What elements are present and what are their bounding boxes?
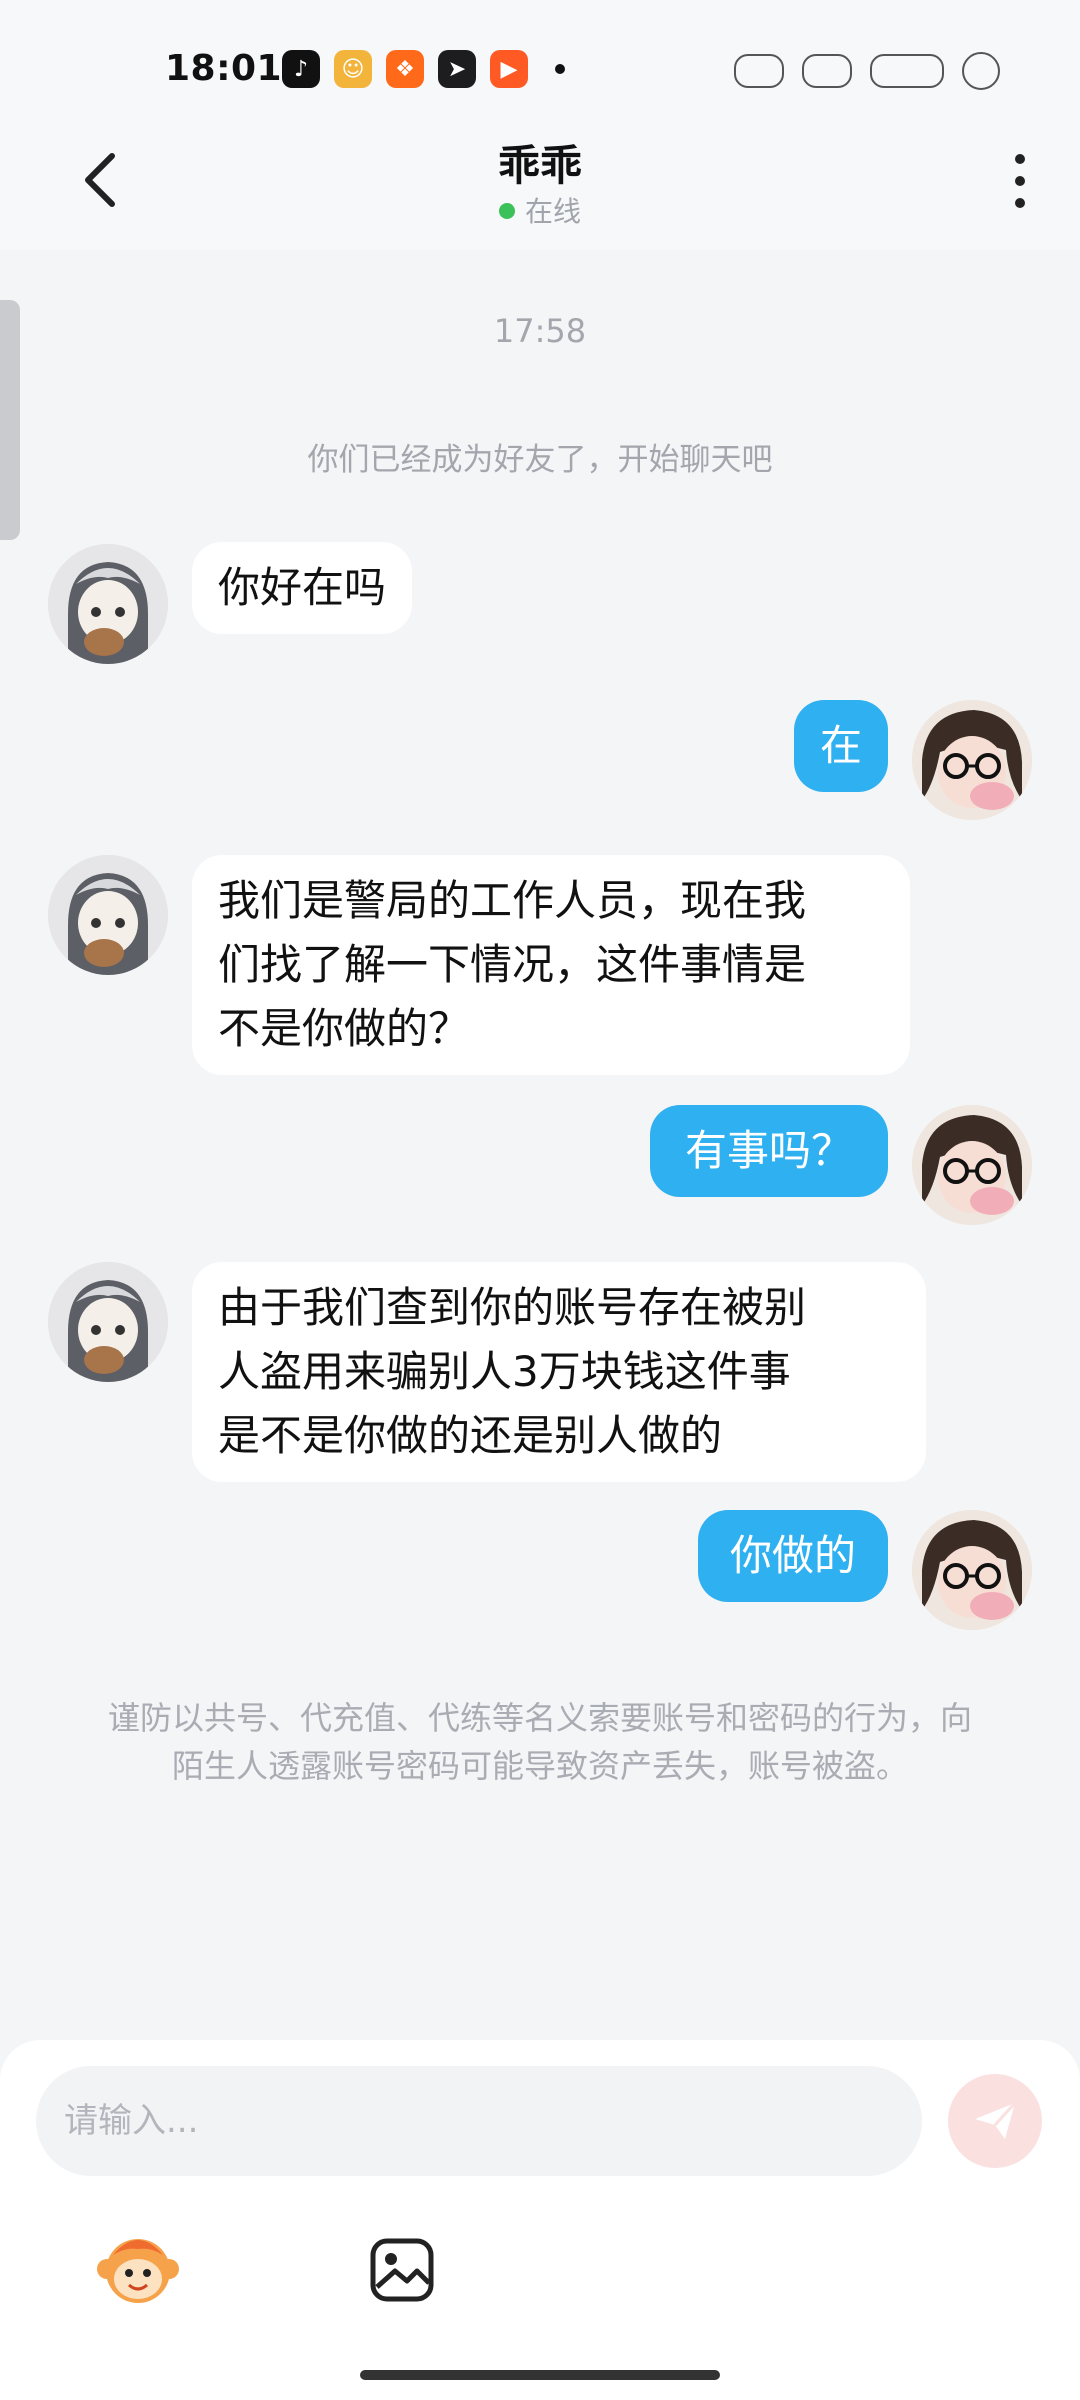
my-avatar[interactable] [912,1105,1032,1225]
face-doodle-icon [962,52,1000,90]
battery-doodle-icon [870,54,944,88]
send-button[interactable] [948,2074,1042,2168]
contact-name: 乖乖 [497,141,582,190]
contact-avatar[interactable] [48,1262,168,1382]
game-icon: ☺ [334,50,372,88]
more-dot-icon [1015,198,1025,208]
message-bubble-outgoing[interactable]: 有事吗？ [650,1105,888,1197]
contact-avatar[interactable] [48,544,168,664]
arrow-app-icon: ➤ [438,50,476,88]
sticker-button[interactable] [88,2220,188,2320]
paper-plane-icon [975,2101,1017,2139]
message-bubble-outgoing[interactable]: 你做的 [698,1510,888,1602]
contact-avatar[interactable] [48,855,168,975]
system-notice: 你们已经成为好友了，开始聊天吧 [307,442,773,478]
signal-doodle-icon [802,54,852,88]
more-dot-icon [1015,154,1025,164]
more-dot-icon [1015,176,1025,186]
chat-timestamp: 17:58 [493,312,587,350]
more-options-button[interactable] [1000,146,1040,216]
image-icon [370,2238,434,2302]
monkey-sticker-icon [97,2239,179,2303]
kuaishou-icon: ❖ [386,50,424,88]
image-button[interactable] [352,2220,452,2320]
message-composer [0,2040,1080,2400]
anime-avatar-icon [48,544,168,664]
status-indicators [734,52,1000,90]
girl-avatar-icon [912,1510,1032,1630]
online-dot-icon [498,203,515,219]
security-warning: 谨防以共号、代充值、代练等名义索要账号和密码的行为，向陌生人透露账号密码可能导致… [107,1699,972,1785]
anime-avatar-icon [48,1262,168,1382]
message-bubble-incoming[interactable]: 你好在吗 [192,542,413,634]
notification-app-icons: ♪ ☺ ❖ ➤ ▶ [282,50,528,88]
wifi-doodle-icon [734,54,784,88]
message-input[interactable] [36,2066,922,2176]
girl-avatar-icon [912,1105,1032,1225]
my-avatar[interactable] [912,700,1032,820]
message-bubble-outgoing[interactable]: 在 [794,700,888,792]
message-input-wrapper [36,2066,922,2176]
message-bubble-incoming[interactable]: 我们是警局的工作人员，现在我 们找了解一下情况，这件事情是 不是你做的？ [192,855,910,1075]
online-status: 在线 [0,190,1080,230]
girl-avatar-icon [912,700,1032,820]
anime-avatar-icon [48,855,168,975]
message-bubble-incoming[interactable]: 由于我们查到你的账号存在被别 人盗用来骗别人3万块钱这件事 是不是你做的还是别人… [192,1262,926,1482]
more-notifications-dot [555,64,565,74]
home-indicator[interactable] [360,2370,720,2380]
tiktok-icon: ♪ [282,50,320,88]
my-avatar[interactable] [912,1510,1032,1630]
status-bar: 18:01 ♪ ☺ ❖ ➤ ▶ [0,0,1080,140]
online-status-label: 在线 [524,195,581,228]
video-app-icon: ▶ [490,50,528,88]
chat-header: 乖乖 在线 [0,120,1080,250]
status-time: 18:01 [165,48,283,89]
